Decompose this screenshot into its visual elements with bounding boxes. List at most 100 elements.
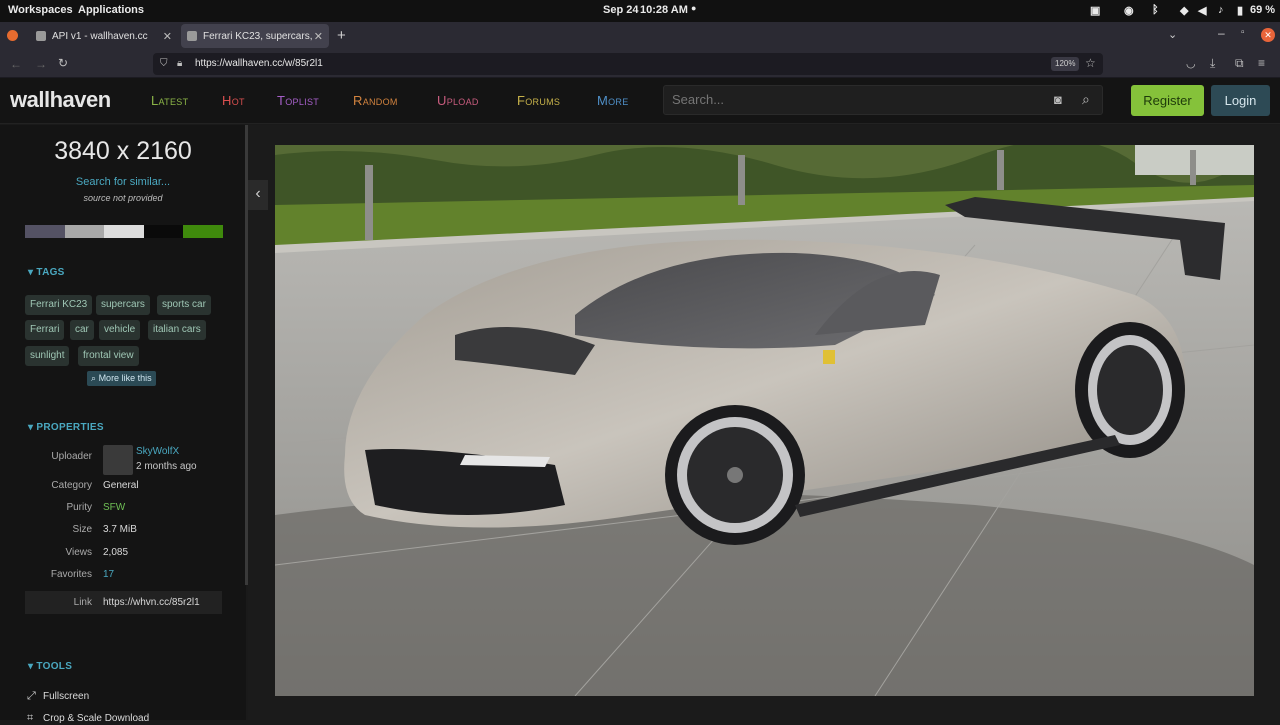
tag-sports-car[interactable]: sports car [157, 295, 211, 315]
close-window-icon[interactable]: ✕ [1261, 28, 1275, 42]
wifi-icon[interactable]: ◆ [1180, 4, 1188, 17]
wallpaper-sidebar: 3840 x 2160 Search for similar... source… [0, 125, 246, 724]
tag-frontal-view[interactable]: frontal view [78, 346, 139, 366]
tag-italian-cars[interactable]: italian cars [148, 320, 206, 340]
property-label: Favorites [50, 569, 92, 580]
workspaces-menu[interactable]: Workspaces [8, 4, 73, 16]
wallhaven-favicon-icon [187, 31, 197, 41]
short-link-field[interactable]: https://whvn.cc/85r2l1 [103, 597, 200, 608]
battery-icon[interactable]: ▮ [1237, 4, 1243, 17]
search-icon[interactable]: ⌕ [1082, 91, 1090, 108]
nav-more[interactable]: More [597, 93, 629, 108]
property-value: General [103, 480, 139, 491]
more-like-this-button[interactable]: ⌕ More like this [87, 371, 156, 386]
new-tab-icon[interactable]: + [337, 27, 346, 44]
minimize-icon[interactable]: – [1218, 26, 1225, 40]
uploader-label: Uploader [51, 451, 92, 462]
tag-sunlight[interactable]: sunlight [25, 346, 70, 366]
applications-menu[interactable]: Applications [78, 4, 144, 16]
palette-swatch[interactable] [183, 225, 223, 238]
back-icon[interactable]: ← [10, 58, 22, 70]
microphone-icon[interactable]: ♪ [1218, 4, 1224, 16]
tab-label: Ferrari KC23, supercars, sports car [203, 30, 315, 42]
browser-navbar: ← → ↻ ⛉ 🔒︎ https://wallhaven.cc/w/85r2l1… [0, 50, 1280, 78]
uploader-time: 2 months ago [136, 461, 197, 472]
avatar[interactable] [103, 445, 133, 475]
lock-icon[interactable]: 🔒︎ [177, 58, 182, 70]
camera-search-icon[interactable]: ◙ [1054, 92, 1062, 107]
hamburger-menu-icon[interactable]: ≡ [1258, 57, 1265, 69]
reload-icon[interactable]: ↻ [58, 57, 68, 69]
source-label: source not provided [83, 193, 163, 203]
palette-swatch[interactable] [25, 225, 65, 238]
date-label[interactable]: Sep 24 [603, 4, 638, 16]
nav-forums[interactable]: Forums [517, 93, 560, 108]
resolution-label[interactable]: 3840 x 2160 [0, 137, 246, 166]
maximize-icon[interactable]: ▫ [1241, 27, 1245, 38]
search-input[interactable] [672, 92, 1042, 107]
search-icon: ⌕ [91, 373, 97, 383]
sync-icon[interactable]: ◉ [1124, 4, 1134, 17]
properties-section-header[interactable]: ▾ PROPERTIES [28, 422, 104, 433]
site-logo[interactable]: wallhaven [10, 87, 111, 113]
extensions-icon[interactable]: ⧉ [1235, 57, 1244, 69]
bluetooth-icon[interactable]: ᛒ [1152, 4, 1159, 16]
tag-car[interactable]: car [70, 320, 94, 340]
favorites-link[interactable]: 17 [103, 569, 114, 580]
property-value: 2,085 [103, 547, 129, 558]
bookmark-star-icon[interactable]: ☆ [1085, 57, 1096, 69]
search-box[interactable]: ◙ ⌕ [663, 85, 1103, 115]
palette-swatch[interactable] [104, 225, 144, 238]
download-icon[interactable]: ⤓ [1210, 57, 1215, 69]
crop-scale-download-tool[interactable]: Crop & Scale Download [43, 713, 149, 724]
time-label[interactable]: 10:28 AM [640, 4, 688, 16]
tags-section-header[interactable]: ▾ TAGS [28, 267, 65, 278]
nav-upload[interactable]: Upload [437, 93, 479, 108]
fullscreen-icon: ⤢ [27, 690, 36, 702]
tab-ferrari[interactable]: Ferrari KC23, supercars, sports car ✕ [181, 24, 329, 48]
tag-ferrari-kc23[interactable]: Ferrari KC23 [25, 295, 93, 315]
zoom-badge[interactable]: 120% [1051, 57, 1080, 71]
property-label: Purity [66, 502, 92, 513]
shield-icon[interactable]: ⛉ [160, 58, 168, 70]
property-label: Category [51, 480, 92, 491]
uploader-name-link[interactable]: SkyWolfX [136, 446, 179, 457]
collapse-sidebar-chevron-icon[interactable]: ‹ [248, 180, 268, 210]
forward-icon[interactable]: → [35, 58, 47, 70]
battery-label: 69 % [1250, 4, 1276, 16]
wallpaper-image[interactable] [275, 145, 1254, 696]
firefox-icon[interactable] [7, 30, 18, 41]
url-text[interactable]: https://wallhaven.cc/w/85r2l1 [195, 58, 323, 69]
purity-value: SFW [103, 502, 126, 513]
pocket-icon[interactable]: ◡ [1186, 58, 1196, 70]
palette-swatch[interactable] [64, 225, 105, 238]
app-tray-icon[interactable]: ▣ [1090, 4, 1100, 17]
tools-section-header[interactable]: ▾ TOOLS [28, 661, 72, 672]
volume-icon[interactable]: ◀ [1198, 4, 1206, 17]
link-label: Link [73, 597, 92, 608]
site-header: wallhaven Latest Hot Toplist Random Uplo… [0, 78, 1280, 124]
tag-supercars[interactable]: supercars [96, 295, 150, 315]
tab-label: API v1 - wallhaven.cc [52, 30, 148, 42]
recording-dot-icon: ● [691, 3, 697, 13]
search-similar-link[interactable]: Search for similar... [0, 176, 246, 188]
crop-icon: ⌗ [27, 712, 34, 724]
nav-random[interactable]: Random [353, 93, 398, 108]
tag-ferrari[interactable]: Ferrari [25, 320, 65, 340]
login-button[interactable]: Login [1211, 85, 1270, 116]
tab-close-icon[interactable]: ✕ [163, 30, 172, 43]
nav-hot[interactable]: Hot [222, 93, 245, 108]
nav-latest[interactable]: Latest [151, 93, 188, 108]
list-tabs-icon[interactable]: ⌄ [1168, 28, 1177, 41]
tag-vehicle[interactable]: vehicle [99, 320, 141, 340]
os-top-bar: Workspaces Applications Sep 24 10:28 AM … [0, 0, 1280, 22]
register-button[interactable]: Register [1131, 85, 1204, 116]
fullscreen-tool[interactable]: Fullscreen [43, 691, 89, 702]
tab-close-icon[interactable]: ✕ [314, 30, 323, 43]
property-label: Size [72, 524, 92, 535]
url-bar[interactable]: ⛉ 🔒︎ https://wallhaven.cc/w/85r2l1 120% … [153, 53, 1103, 75]
palette-swatch[interactable] [143, 225, 184, 238]
nav-toplist[interactable]: Toplist [277, 93, 319, 108]
wallhaven-favicon-icon [36, 31, 46, 41]
tab-api[interactable]: API v1 - wallhaven.cc ✕ [30, 24, 178, 48]
